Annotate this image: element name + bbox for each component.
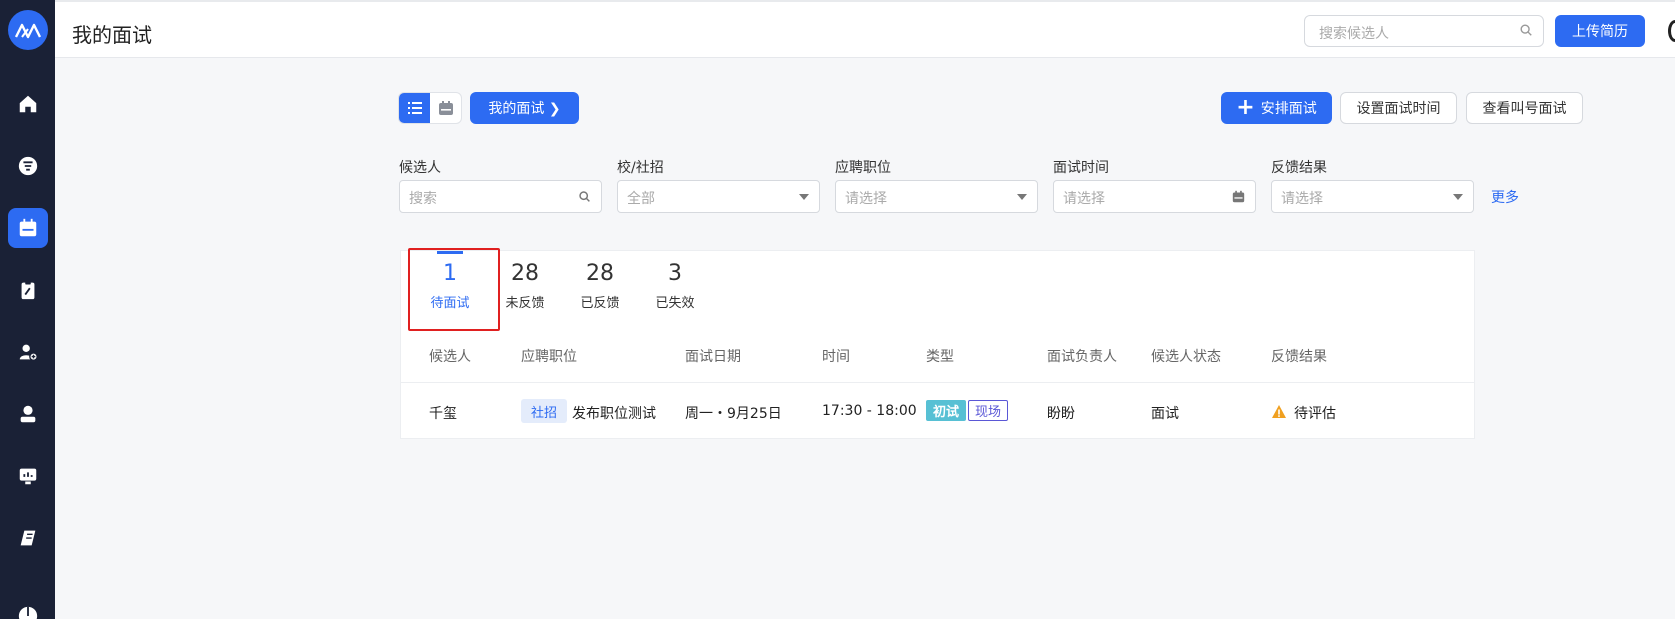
stat-expired-count: 3 bbox=[668, 261, 682, 286]
recruit-type-select[interactable]: 全部 bbox=[617, 180, 820, 213]
app-logo[interactable] bbox=[8, 10, 48, 50]
column-header-candidate[interactable]: 候选人 bbox=[429, 346, 471, 366]
column-header-type[interactable]: 类型 bbox=[926, 346, 954, 366]
column-header-date[interactable]: 面试日期 bbox=[685, 346, 741, 366]
calendar-view-button[interactable] bbox=[430, 93, 461, 123]
nav-add-user[interactable] bbox=[8, 332, 48, 372]
cell-candidate-status: 面试 bbox=[1151, 406, 1179, 422]
feedback-select[interactable]: 请选择 bbox=[1271, 180, 1474, 213]
feedback-placeholder: 请选择 bbox=[1281, 191, 1323, 207]
upload-resume-button[interactable]: 上传简历 bbox=[1555, 15, 1645, 47]
logo-mountain-icon bbox=[15, 23, 41, 39]
stat-pending-count: 1 bbox=[443, 261, 457, 286]
cell-candidate[interactable]: 千玺 bbox=[429, 403, 457, 423]
header-divider bbox=[401, 382, 1474, 383]
interview-list-card: 1 待面试 28 未反馈 28 已反馈 3 已失效 候选人 应聘职位 面试日期 … bbox=[400, 248, 1475, 439]
chart-icon bbox=[18, 606, 38, 619]
nav-home[interactable] bbox=[8, 84, 48, 124]
nav-filter[interactable] bbox=[8, 146, 48, 186]
cell-position: 发布职位测试 bbox=[572, 406, 656, 422]
filter-icon bbox=[18, 156, 38, 176]
chevron-down-icon bbox=[1453, 194, 1463, 200]
filter-label-time: 面试时间 bbox=[1053, 160, 1109, 176]
recruit-type-value: 全部 bbox=[627, 191, 655, 207]
calendar-icon bbox=[438, 101, 453, 115]
chevron-down-icon bbox=[799, 194, 809, 200]
stat-feedback-done-count: 28 bbox=[586, 261, 614, 286]
filter-label-candidate: 候选人 bbox=[399, 160, 441, 176]
arrange-interview-button[interactable]: + 安排面试 bbox=[1221, 92, 1332, 124]
stat-pending-label: 待面试 bbox=[430, 296, 470, 311]
position-select[interactable]: 请选择 bbox=[835, 180, 1038, 213]
interview-mode-tag: 现场 bbox=[968, 400, 1008, 421]
stat-feedback-done[interactable]: 28 已反馈 bbox=[560, 251, 640, 331]
calendar-icon bbox=[1232, 190, 1245, 203]
view-queue-interview-button[interactable]: 查看叫号面试 bbox=[1466, 92, 1583, 124]
column-header-feedback[interactable]: 反馈结果 bbox=[1271, 346, 1327, 366]
position-placeholder: 请选择 bbox=[845, 191, 887, 207]
add-user-icon bbox=[19, 344, 38, 361]
user-icon bbox=[20, 405, 36, 423]
cell-time: 17:30 - 18:00 bbox=[822, 403, 917, 419]
home-icon bbox=[19, 95, 37, 113]
cell-feedback[interactable]: 待评估 bbox=[1294, 403, 1336, 423]
recruit-type-tag: 社招 bbox=[521, 399, 567, 423]
column-header-position[interactable]: 应聘职位 bbox=[521, 346, 577, 366]
filter-label-feedback: 反馈结果 bbox=[1271, 160, 1327, 176]
stat-no-feedback[interactable]: 28 未反馈 bbox=[485, 251, 565, 331]
interview-time-placeholder: 请选择 bbox=[1063, 191, 1105, 207]
candidate-filter-placeholder: 搜索 bbox=[409, 191, 437, 207]
monitor-icon bbox=[19, 468, 37, 485]
search-placeholder: 搜索候选人 bbox=[1319, 26, 1389, 42]
filter-label-recruit-type: 校/社招 bbox=[617, 160, 664, 176]
list-view-button[interactable] bbox=[399, 93, 430, 123]
page-title: 我的面试 bbox=[72, 23, 152, 47]
stat-no-feedback-label: 未反馈 bbox=[505, 296, 545, 311]
candidate-filter-input[interactable]: 搜索 bbox=[399, 180, 602, 213]
top-header: 我的面试 搜索候选人 上传简历 bbox=[55, 0, 1675, 58]
more-filters-link[interactable]: 更多 bbox=[1491, 187, 1519, 207]
cell-date: 周一・9月25日 bbox=[685, 406, 782, 422]
plus-icon: + bbox=[1236, 95, 1255, 120]
my-interviews-button[interactable]: 我的面试 ❯ bbox=[470, 92, 579, 124]
column-header-owner[interactable]: 面试负责人 bbox=[1047, 346, 1117, 366]
avatar[interactable] bbox=[1668, 20, 1675, 42]
clipboard-icon bbox=[21, 280, 35, 300]
candidate-search-input[interactable]: 搜索候选人 bbox=[1304, 15, 1544, 47]
nav-calendar[interactable] bbox=[8, 208, 48, 248]
column-header-time[interactable]: 时间 bbox=[822, 346, 850, 366]
nav-chart[interactable] bbox=[8, 596, 48, 619]
view-toggle bbox=[398, 92, 462, 124]
sidebar bbox=[0, 0, 55, 619]
stat-pending[interactable]: 1 待面试 bbox=[408, 248, 500, 331]
chevron-down-icon bbox=[1017, 194, 1027, 200]
cell-owner: 盼盼 bbox=[1047, 406, 1075, 422]
interview-round-tag: 初试 bbox=[926, 400, 966, 421]
set-interview-time-button[interactable]: 设置面试时间 bbox=[1340, 92, 1457, 124]
nav-user[interactable] bbox=[8, 394, 48, 434]
column-header-candidate-status[interactable]: 候选人状态 bbox=[1151, 346, 1221, 366]
stat-feedback-done-label: 已反馈 bbox=[580, 296, 620, 311]
nav-clipboard[interactable] bbox=[8, 270, 48, 310]
search-icon bbox=[579, 191, 590, 202]
book-icon bbox=[20, 530, 36, 546]
search-icon bbox=[1520, 24, 1532, 36]
nav-monitor[interactable] bbox=[8, 456, 48, 496]
stat-no-feedback-count: 28 bbox=[511, 261, 539, 286]
list-icon bbox=[407, 102, 422, 114]
stat-expired[interactable]: 3 已失效 bbox=[635, 251, 715, 331]
warning-icon bbox=[1272, 405, 1286, 418]
arrange-interview-label: 安排面试 bbox=[1260, 101, 1317, 117]
calendar-icon bbox=[19, 218, 37, 237]
interview-time-picker[interactable]: 请选择 bbox=[1053, 180, 1256, 213]
filter-label-position: 应聘职位 bbox=[835, 160, 891, 176]
stat-expired-label: 已失效 bbox=[655, 296, 695, 311]
nav-book[interactable] bbox=[8, 518, 48, 558]
